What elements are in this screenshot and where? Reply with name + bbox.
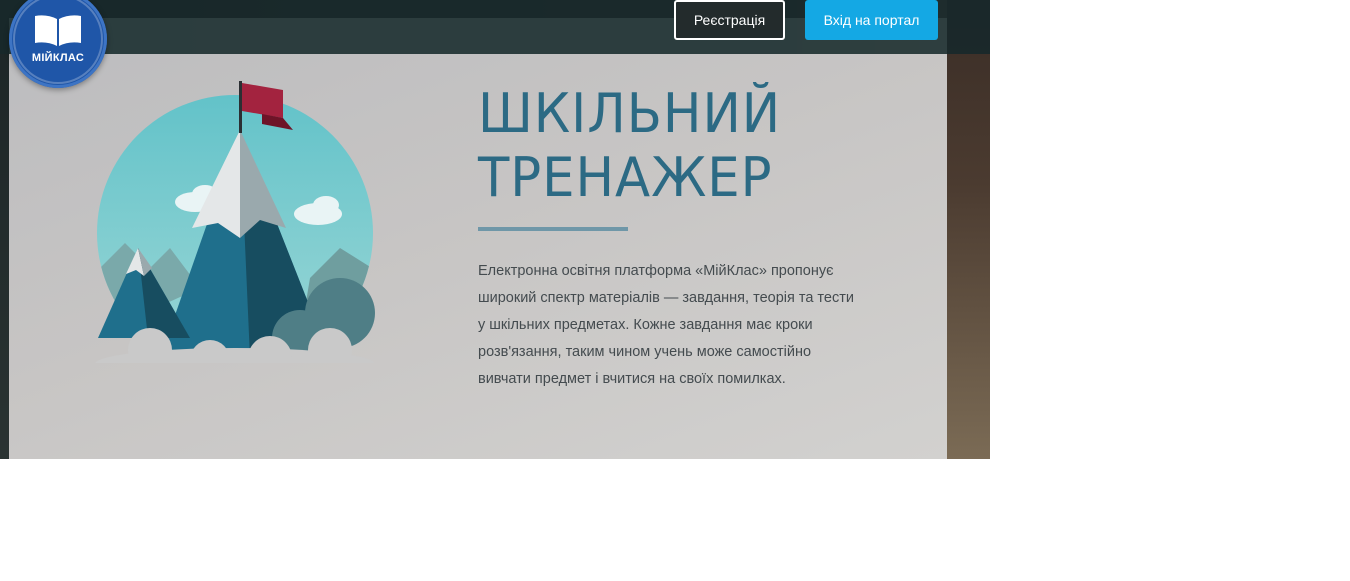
logo-text: МІЙКЛАС (31, 52, 85, 64)
open-book-icon (35, 15, 81, 46)
mountain-flag-illustration (95, 81, 375, 363)
title-divider (478, 227, 628, 231)
background-right-strip (947, 0, 990, 459)
hero-title: ШКІЛЬНИЙ ТРЕНАЖЕР (478, 82, 781, 210)
register-button[interactable]: Реєстрація (674, 0, 785, 40)
page-viewport: МІЙКЛАС Реєстрація Вхід на портал ШКІЛЬН… (0, 0, 990, 459)
hero-title-line2: ТРЕНАЖЕР (478, 146, 773, 209)
login-button[interactable]: Вхід на портал (805, 0, 938, 40)
background-left-strip (0, 0, 9, 459)
hero-description: Електронна освітня платформа «МійКлас» п… (478, 263, 854, 387)
hero-title-line1: ШКІЛЬНИЙ (478, 82, 782, 145)
